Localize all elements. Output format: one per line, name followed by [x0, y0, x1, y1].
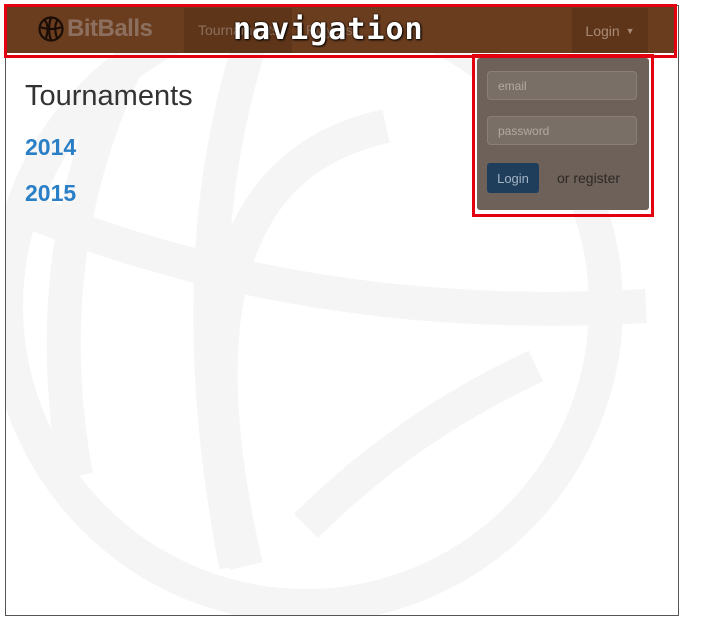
login-dropdown-toggle[interactable]: Login ▼ — [572, 8, 648, 53]
caret-down-icon: ▼ — [625, 25, 635, 36]
login-dropdown-menu: Login or register — [477, 58, 649, 210]
email-field[interactable] — [487, 71, 637, 100]
login-toggle-label: Login — [585, 22, 620, 39]
navigation-annotation-label: navigation — [233, 12, 424, 47]
page-title: Tournaments — [25, 80, 193, 112]
register-link[interactable]: or register — [557, 170, 620, 186]
password-field[interactable] — [487, 116, 637, 145]
year-link-2014[interactable]: 2014 — [25, 134, 76, 161]
brand-name: BitBalls — [67, 14, 153, 42]
year-link-2015[interactable]: 2015 — [25, 180, 76, 207]
brand-logo[interactable]: BitBalls — [38, 4, 153, 53]
basketball-icon — [38, 15, 64, 42]
login-submit-button[interactable]: Login — [487, 163, 539, 193]
